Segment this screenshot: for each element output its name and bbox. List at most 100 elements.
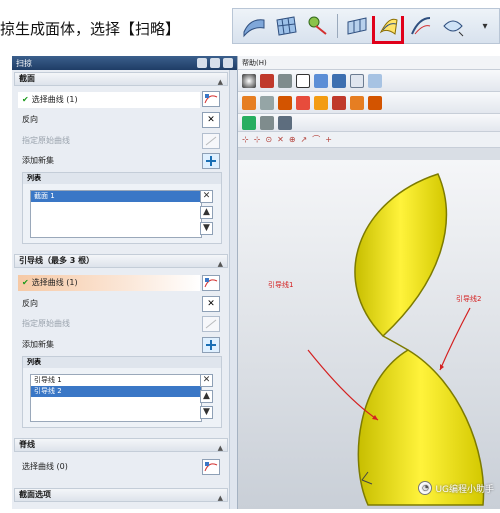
waist-curve xyxy=(382,335,409,351)
law-curve-icon[interactable] xyxy=(440,13,466,39)
app-window: 帮助(H) ⊹ ⊹ ⊙ ✕ ⊕ ↗ ⌒ + 引导线1 引导线2 ◔ UG编程小助… xyxy=(238,56,500,509)
guide2-label: 引导线2 xyxy=(456,295,482,303)
tangent-icon[interactable]: ⌒ xyxy=(312,134,320,145)
guides-group-header[interactable]: 引导线（最多 3 根） ▲ xyxy=(14,254,228,268)
curve-select-icon[interactable] xyxy=(202,91,220,107)
box-icon[interactable] xyxy=(278,73,292,88)
sweep-dialog: 扫掠 截面 ▲ ✔ 选择曲线 (1) 反向 ✕ 指定原始曲线 添加新集 列表 截面… xyxy=(12,56,238,509)
guides-group-label: 引导线（最多 3 根） xyxy=(19,256,95,265)
selection-toolbar xyxy=(238,114,500,132)
guide2-arrow xyxy=(439,307,471,371)
guides-list: 引导线 1 引导线 2 xyxy=(30,374,202,422)
grid-surface-icon[interactable] xyxy=(273,13,299,39)
quadrant-icon[interactable]: ⊕ xyxy=(289,135,296,144)
settings-icon[interactable] xyxy=(210,58,220,68)
orient-icon[interactable] xyxy=(314,73,328,88)
guides-list-actions: ✕ ▲ ▼ xyxy=(200,374,233,419)
render-style-icon[interactable] xyxy=(260,73,274,88)
section-group-header[interactable]: 截面 ▲ xyxy=(14,72,228,86)
layer-icon[interactable] xyxy=(350,73,364,88)
chamfer-icon[interactable] xyxy=(296,95,310,110)
reverse-direction-icon[interactable]: ✕ xyxy=(202,296,220,312)
reset-icon[interactable] xyxy=(197,58,207,68)
section-select-curve[interactable]: ✔ 选择曲线 (1) xyxy=(18,92,200,108)
start-point-icon[interactable] xyxy=(202,133,220,149)
list-item[interactable]: 引导线 1 xyxy=(31,375,201,386)
check-icon: ✔ xyxy=(22,95,29,104)
frame-icon[interactable] xyxy=(296,73,310,88)
section-add-set: 添加新集 xyxy=(22,156,54,165)
caption-strip: 掠生成面体，选择【扫略】 ▾ xyxy=(0,0,500,56)
guide1-label: 引导线1 xyxy=(268,281,294,289)
hole-icon[interactable] xyxy=(314,95,328,110)
check-icon: ✔ xyxy=(22,278,29,287)
surface-icon[interactable] xyxy=(241,13,267,39)
feature-toolbar xyxy=(238,92,500,114)
dialog-title: 扫掠 xyxy=(16,58,32,68)
endpoint-icon[interactable]: ⊹ xyxy=(242,135,249,144)
reverse-direction-icon[interactable]: ✕ xyxy=(202,112,220,128)
move-down-icon[interactable]: ▼ xyxy=(200,406,213,419)
through-curves-icon[interactable] xyxy=(408,13,434,39)
filter-icon[interactable] xyxy=(260,115,274,130)
sphere-icon[interactable] xyxy=(260,95,274,110)
section-select-curve-label: 选择曲线 (1) xyxy=(31,95,78,104)
midpoint-icon[interactable]: ⊹ xyxy=(254,135,261,144)
swept-surface-model xyxy=(307,173,485,506)
blend-icon[interactable] xyxy=(278,95,292,110)
remove-icon[interactable]: ✕ xyxy=(200,190,213,203)
arc-center-icon[interactable]: ⊙ xyxy=(265,135,272,144)
collapse-icon: ▲ xyxy=(217,444,223,452)
snap-icon[interactable] xyxy=(278,115,292,130)
existing-point-icon[interactable]: + xyxy=(325,135,332,144)
guides-list-header: 列表 xyxy=(23,357,221,368)
dialog-scrollbar[interactable] xyxy=(229,70,237,509)
collapse-icon: ▲ xyxy=(217,494,223,502)
more-chevron-icon[interactable]: ▾ xyxy=(472,13,498,39)
view-icon[interactable] xyxy=(332,73,346,88)
guides-select-curve[interactable]: ✔ 选择曲线 (1) xyxy=(18,275,200,291)
caption-text: 掠生成面体，选择【扫略】 xyxy=(0,20,181,38)
guides-start-point: 指定原始曲线 xyxy=(22,319,70,328)
mirror-icon[interactable] xyxy=(368,95,382,110)
collapse-icon: ▲ xyxy=(217,78,223,86)
curve-select-icon[interactable] xyxy=(202,275,220,291)
wcs-icon[interactable] xyxy=(368,73,382,88)
toolbar-separator xyxy=(337,14,338,38)
list-item[interactable]: 截面 1 xyxy=(31,191,201,202)
feature-icon[interactable] xyxy=(242,95,256,110)
swept-tool-icon[interactable] xyxy=(305,13,331,39)
start-point-icon[interactable] xyxy=(202,316,220,332)
spine-group-header[interactable]: 脊线 ▲ xyxy=(14,438,228,452)
wechat-icon: ◔ xyxy=(418,481,433,495)
check-icon[interactable] xyxy=(242,115,256,130)
spine-select-curve[interactable]: 选择曲线 (0) xyxy=(22,459,68,475)
curve-select-icon[interactable] xyxy=(202,459,220,475)
remove-icon[interactable]: ✕ xyxy=(200,374,213,387)
graphics-viewport[interactable]: 引导线1 引导线2 ◔ UG编程小助手 xyxy=(238,160,500,509)
guides-select-curve-label: 选择曲线 (1) xyxy=(31,278,78,287)
boss-icon[interactable] xyxy=(332,95,346,110)
section-options-header[interactable]: 截面选项 ▲ xyxy=(14,488,228,502)
section-group-label: 截面 xyxy=(19,74,35,83)
dialog-titlebar: 扫掠 xyxy=(12,56,237,70)
section-start-point: 指定原始曲线 xyxy=(22,136,70,145)
intersection-icon[interactable]: ✕ xyxy=(277,135,284,144)
point-on-curve-icon[interactable]: ↗ xyxy=(301,135,308,144)
add-set-icon[interactable] xyxy=(202,337,220,353)
pattern-icon[interactable] xyxy=(350,95,364,110)
section-list: 截面 1 xyxy=(30,190,202,238)
mesh-icon[interactable] xyxy=(344,13,370,39)
list-item[interactable]: 引导线 2 xyxy=(31,386,201,397)
watermark: ◔ UG编程小助手 xyxy=(418,481,494,495)
move-down-icon[interactable]: ▼ xyxy=(200,222,213,235)
menu-help[interactable]: 帮助(H) xyxy=(242,59,267,67)
spine-group-label: 脊线 xyxy=(19,440,35,449)
close-icon[interactable] xyxy=(223,58,233,68)
move-up-icon[interactable]: ▲ xyxy=(200,390,213,403)
add-set-icon[interactable] xyxy=(202,153,220,169)
snap-point-bar: ⊹ ⊹ ⊙ ✕ ⊕ ↗ ⌒ + xyxy=(238,132,500,148)
shading-icon[interactable] xyxy=(242,73,256,88)
move-up-icon[interactable]: ▲ xyxy=(200,206,213,219)
watermark-text: UG编程小助手 xyxy=(435,484,494,495)
